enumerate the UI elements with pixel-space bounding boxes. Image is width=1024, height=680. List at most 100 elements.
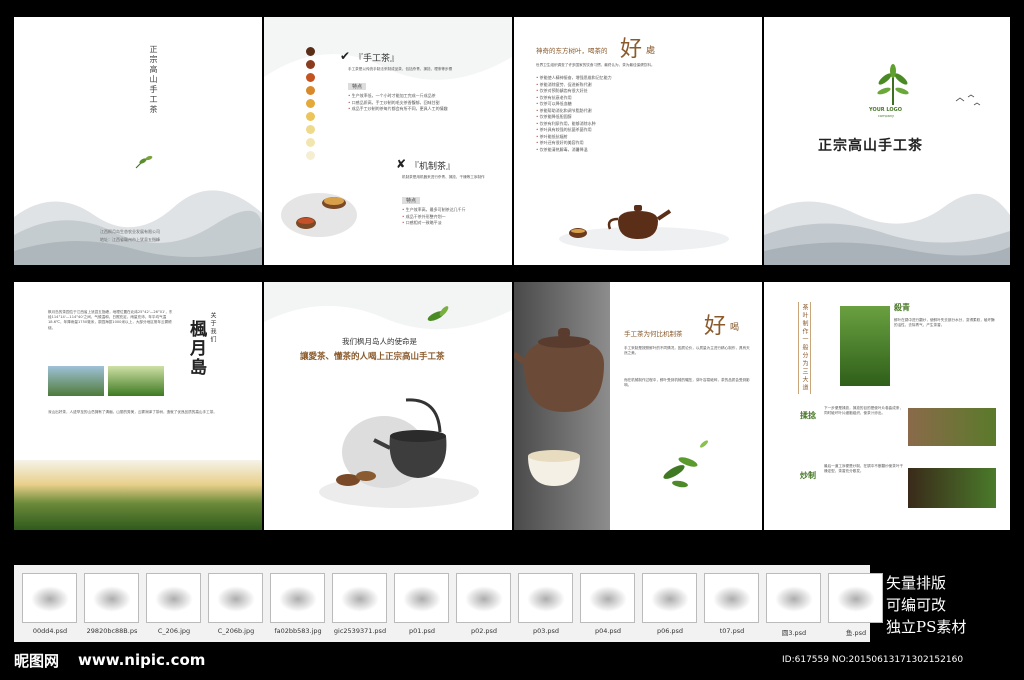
- file-thumbnail-label: 鱼.psd: [845, 629, 867, 637]
- logo-icon: [877, 64, 909, 105]
- ink-mountains: [764, 193, 1010, 265]
- check-icon: ✔: [340, 49, 351, 63]
- thumbnail-preview: [775, 586, 813, 612]
- file-thumbnail[interactable]: [518, 573, 573, 623]
- benefits-subtitle: 神奇的东方树叶，喝茶的: [536, 47, 608, 55]
- promo-line: 可编可改: [886, 596, 947, 614]
- compare-big-char: 好: [704, 314, 727, 339]
- file-thumbnail-label: p02.psd: [470, 627, 498, 635]
- birds-icon: [955, 94, 981, 106]
- tea-cup-2: [306, 60, 315, 69]
- file-thumbnail[interactable]: [394, 573, 449, 623]
- front-cover-title: 正宗高山手工茶: [818, 138, 923, 154]
- photo-mountains: [48, 366, 104, 396]
- tea-cup-3: [306, 73, 315, 82]
- intro-paragraph-2: 深山出好茶，人迹罕至的山岳拥有了清幽，山丽的秀美，云雾润泽了茶树，造就了优良品质…: [48, 410, 217, 414]
- tea-cup-1: [306, 47, 315, 56]
- tea-cup-4: [306, 86, 315, 95]
- file-thumbnail-label: fa02bb583.jpg: [274, 627, 322, 635]
- promo-line: 矢量排版: [886, 574, 947, 592]
- compare-big-char-small: 喝: [730, 323, 740, 333]
- mission-line-1: 我们枫月岛人的使命是: [342, 337, 417, 346]
- file-thumbnail[interactable]: [642, 573, 697, 623]
- thumbnail-preview: [527, 586, 565, 612]
- tea-cup-8: [306, 138, 315, 147]
- ink-splash-teacups: [281, 193, 357, 237]
- file-thumbnail-label: p03.psd: [532, 627, 560, 635]
- photo-rolling-leaves: [908, 408, 996, 446]
- file-thumbnail[interactable]: [84, 573, 139, 623]
- file-thumbnail-label: gic2539371.psd: [333, 627, 387, 635]
- file-thumbnail[interactable]: [22, 573, 77, 623]
- iron-teapot-illustration: [319, 398, 479, 508]
- background-mountains: [264, 282, 512, 330]
- file-thumbnail[interactable]: [208, 573, 263, 623]
- logo-text: YOUR LOGO: [869, 107, 902, 113]
- step-text: 鲜叶在锅中进行翻炒，使鲜叶失去部分水分，变得柔软，破坏酶的活性，去除青气，产生茶…: [894, 318, 995, 328]
- benefit-item: 饮茶能清热解毒，消暑降温: [536, 147, 746, 154]
- photo-roasting-leaves: [908, 468, 996, 508]
- file-thumbnail[interactable]: [828, 573, 883, 623]
- cross-icon: ✘: [396, 157, 407, 171]
- step-text: 下一步便是揉捻，揉捻的目的是使叶片卷曲成条，同时破坏叶片细胞组织，使茶汁渗出。: [824, 406, 904, 416]
- brochure-back-cover: 正宗高山手工茶 江西枫月岛生态农业发展有限公司 地址：江西省赣州市上犹县五指峰: [14, 17, 262, 265]
- about-us-small: 关于我们: [209, 312, 216, 344]
- photo-tea-field: [108, 366, 164, 396]
- image-id: ID:617559 NO:20150613171302152160: [782, 655, 964, 665]
- brand-vertical-name: 楓月島: [186, 320, 206, 377]
- file-thumbnail[interactable]: [704, 573, 759, 623]
- file-thumbnail-label: C_206.jpg: [157, 627, 191, 635]
- file-thumbnail[interactable]: [456, 573, 511, 623]
- falling-leaves-icon: [663, 440, 709, 488]
- machine-heading: 『机制茶』: [410, 162, 456, 172]
- file-thumbnail-label: C_206b.jpg: [217, 627, 255, 635]
- thumbnail-preview: [217, 586, 255, 612]
- brochure-front-cover: YOUR LOGO company 正宗高山手工茶: [764, 17, 1010, 265]
- compare-subtitle: 手工茶为何比机制茶: [624, 330, 683, 338]
- company-name: 江西枫月岛生态农业发展有限公司: [100, 229, 160, 234]
- thumbnail-preview: [341, 586, 379, 612]
- file-thumbnail-label: p01.psd: [408, 627, 436, 635]
- thumbnail-preview: [93, 586, 131, 612]
- tea-cup-6: [306, 112, 315, 121]
- file-thumbnail-label: 29820bc88B.ps: [86, 627, 138, 635]
- file-thumbnail-label: p04.psd: [594, 627, 622, 635]
- compare-paragraph-1: 手工采制是按照鲜叶的不同情况，因质论价，以质量为主进行精心制作，具有天然之美。: [624, 346, 750, 356]
- benefits-panel: 神奇的东方树叶，喝茶的 好 處 世界卫生组织调查了许多国家的饮食习惯，最终认为，…: [514, 17, 762, 265]
- process-vertical-caption: 茶叶制作一般分为三大道: [798, 302, 811, 394]
- thumbnail-preview: [31, 586, 69, 612]
- intro-panel: 枫月岛的茶园位于江西省上犹县五指峰，地理位置在北纬25°42'—26°01'，东…: [14, 282, 262, 530]
- handmade-features: 生产效率低，一个小时才能加工完成一斤成品茶 口感品质高，手工炒制的毛尖茶香馥郁，…: [348, 93, 488, 113]
- file-thumbnail-label: p06.psd: [656, 627, 684, 635]
- benefits-paragraph: 世界卫生组织调查了许多国家的饮食习惯，最终认为，茶为最佳保健饮料。: [536, 63, 655, 67]
- machine-features-label: 特点: [402, 197, 421, 204]
- handmade-panel: ✔ 『手工茶』 手工茶是以传统手制法来制成品茶，包括杀青、揉捻、理条等步骤 特点…: [264, 17, 512, 265]
- file-thumbnail[interactable]: [332, 573, 387, 623]
- feature-item: 口感相对一致略平淡: [402, 220, 502, 227]
- thumbnail-preview: [155, 586, 193, 612]
- compare-paragraph-2: 而在机械制作过程中，鲜叶受到机械的碾压，芽叶容易破碎，茶的品质会受到影响。: [624, 378, 750, 388]
- file-thumbnail[interactable]: [580, 573, 635, 623]
- photo-fixing-leaves: [840, 306, 890, 386]
- mission-line-2: 讓愛茶、懂茶的人喝上正宗高山手工茶: [300, 352, 445, 362]
- thumbnail-preview: [279, 586, 317, 612]
- tea-leaf-icon: [427, 306, 449, 321]
- file-thumbnail-label: t07.psd: [719, 627, 745, 635]
- file-thumbnail-label: 00dd4.psd: [32, 627, 68, 635]
- file-thumbnail[interactable]: [146, 573, 201, 623]
- tea-cup-7: [306, 125, 315, 134]
- file-thumbnail[interactable]: [766, 573, 821, 623]
- process-panel: 茶叶制作一般分为三大道 殺青 鲜叶在锅中进行翻炒，使鲜叶失去部分水分，变得柔软，…: [764, 282, 1010, 530]
- mission-panel: 我们枫月岛人的使命是 讓愛茶、懂茶的人喝上正宗高山手工茶: [264, 282, 512, 530]
- thumbnail-preview: [713, 586, 751, 612]
- tea-sprig-icon: [135, 155, 153, 169]
- teapot-illustration: [559, 205, 729, 251]
- step-text: 最后一道工序便是炒制，在锅中不断翻炒使茶叶干燥定型，茶香充分散发。: [824, 464, 904, 474]
- promo-line: 独立PS素材: [886, 618, 967, 636]
- tea-cup-icon: [528, 450, 580, 486]
- tea-cup-9: [306, 151, 315, 160]
- promo-block: 矢量排版 可编可改 独立PS素材: [886, 572, 966, 638]
- feature-item: 成品手工炒制的茶每片都会有所不同，更具人工的情趣: [348, 106, 488, 113]
- file-thumbnail[interactable]: [270, 573, 325, 623]
- benefits-big-char-small: 處: [646, 46, 656, 56]
